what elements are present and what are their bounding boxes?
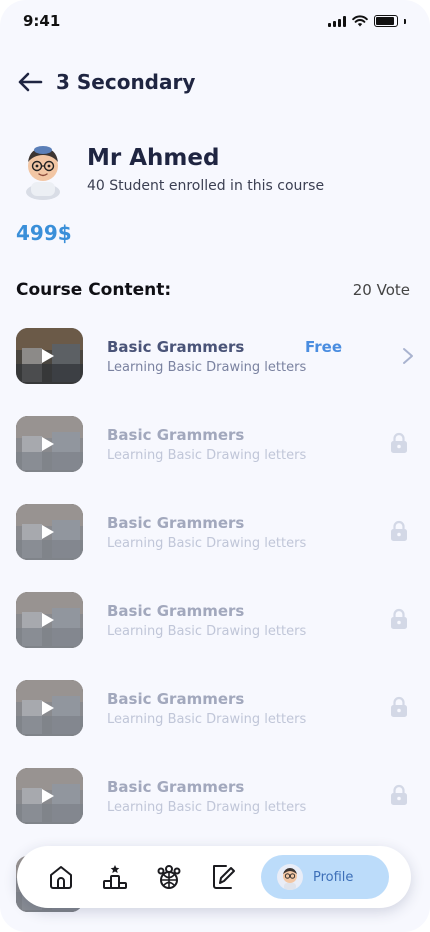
lesson-text: Basic Grammers Learning Basic Drawing le… <box>107 602 306 639</box>
tab-edit[interactable] <box>209 863 237 891</box>
lesson-thumbnail <box>16 504 83 560</box>
lock-icon <box>391 432 407 453</box>
play-icon <box>42 437 54 451</box>
lesson-title: Basic Grammers <box>107 425 245 444</box>
tab-home[interactable] <box>47 863 75 891</box>
lesson-item[interactable]: Basic Grammers Learning Basic Drawing le… <box>16 328 414 384</box>
lock-icon <box>391 784 407 805</box>
lesson-item[interactable]: Basic Grammers Learning Basic Drawing le… <box>16 592 414 648</box>
page-title: 3 Secondary <box>56 70 196 94</box>
arrow-left-icon <box>18 72 43 92</box>
wifi-icon <box>352 15 368 27</box>
home-icon <box>50 866 72 889</box>
lesson-title: Basic Grammers <box>107 337 245 356</box>
course-price: 499$ <box>16 221 72 245</box>
lesson-text: Basic Grammers Learning Basic Drawing le… <box>107 514 306 551</box>
lesson-item[interactable]: Basic Grammers Learning Basic Drawing le… <box>16 416 414 472</box>
lesson-subtitle: Learning Basic Drawing letters <box>107 623 307 639</box>
lesson-subtitle: Learning Basic Drawing letters <box>107 447 307 463</box>
lesson-item[interactable]: Basic Grammers Learning Basic Drawing le… <box>16 680 414 736</box>
play-icon <box>42 789 54 803</box>
lock-icon <box>391 696 407 717</box>
profile-label: Profile <box>313 869 354 885</box>
status-bar: 9:41 <box>0 0 430 44</box>
teacher-name: Mr Ahmed <box>87 145 220 171</box>
lesson-thumbnail <box>16 680 83 736</box>
lesson-text: Basic Grammers Learning Basic Drawing le… <box>107 338 306 375</box>
group-icon <box>157 865 181 889</box>
teacher-card: Mr Ahmed 40 Student enrolled in this cou… <box>18 142 324 200</box>
tab-group[interactable] <box>155 863 183 891</box>
lesson-thumbnail[interactable] <box>16 328 83 384</box>
course-content-header: Course Content: 20 Vote <box>16 280 410 300</box>
status-icons <box>328 15 406 27</box>
lesson-text: Basic Grammers Learning Basic Drawing le… <box>107 690 306 727</box>
lock-icon <box>391 520 407 541</box>
tab-leaderboard[interactable] <box>101 863 129 891</box>
profile-avatar <box>277 864 303 890</box>
play-icon <box>42 613 54 627</box>
tab-profile[interactable]: Profile <box>261 855 389 899</box>
lock-icon <box>391 608 407 629</box>
lesson-thumbnail <box>16 592 83 648</box>
vote-count: 20 Vote <box>352 281 410 299</box>
lesson-text: Basic Grammers Learning Basic Drawing le… <box>107 426 306 463</box>
avatar-icon <box>283 868 297 890</box>
teacher-avatar <box>26 146 60 200</box>
lesson-list: Basic Grammers Learning Basic Drawing le… <box>16 328 414 932</box>
lesson-item[interactable]: Basic Grammers Learning Basic Drawing le… <box>16 768 414 824</box>
lesson-thumbnail <box>16 416 83 472</box>
chevron-right-icon[interactable] <box>402 347 414 365</box>
lesson-thumbnail <box>16 768 83 824</box>
lesson-title: Basic Grammers <box>107 513 245 532</box>
lesson-subtitle: Learning Basic Drawing letters <box>107 711 307 727</box>
back-button[interactable] <box>16 66 44 98</box>
play-icon <box>42 701 54 715</box>
teacher-info: Mr Ahmed 40 Student enrolled in this cou… <box>87 142 324 194</box>
lesson-subtitle: Learning Basic Drawing letters <box>107 535 307 551</box>
edit-icon <box>213 865 235 889</box>
lesson-title: Basic Grammers <box>107 601 245 620</box>
header: 3 Secondary <box>16 66 195 98</box>
play-icon <box>42 525 54 539</box>
phone-screen: 9:41 3 Secondary Mr Ahmed 40 Student enr… <box>0 0 430 932</box>
lesson-subtitle: Learning Basic Drawing letters <box>107 799 307 815</box>
leaderboard-icon <box>103 865 127 889</box>
enrolled-count: 40 Student enrolled in this course <box>87 178 325 194</box>
free-badge: Free <box>305 338 343 356</box>
section-title: Course Content: <box>16 280 172 300</box>
lesson-item[interactable]: Basic Grammers Learning Basic Drawing le… <box>16 504 414 560</box>
lesson-title: Basic Grammers <box>107 777 245 796</box>
battery-cap <box>404 18 406 24</box>
lesson-text: Basic Grammers Learning Basic Drawing le… <box>107 778 306 815</box>
battery-icon <box>374 15 398 27</box>
lesson-subtitle: Learning Basic Drawing letters <box>107 359 307 375</box>
play-icon <box>42 349 54 363</box>
lesson-title: Basic Grammers <box>107 689 245 708</box>
status-time: 9:41 <box>23 12 61 30</box>
signal-icon <box>328 15 346 27</box>
bottom-tab-bar: Profile <box>17 846 411 908</box>
